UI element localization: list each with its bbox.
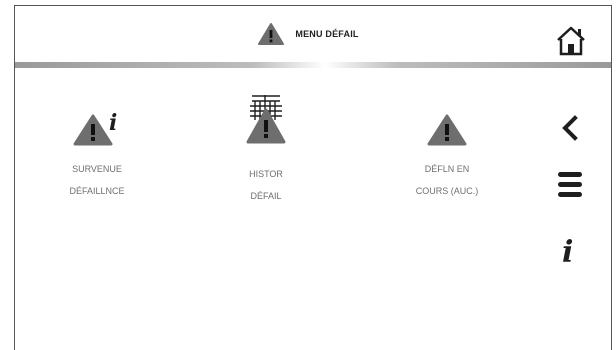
menu-item-label-line2: DÉFAIL (250, 191, 282, 201)
menu-item-label-line1: SURVENUE (72, 164, 122, 174)
menu-item-label-line2: DÉFAILLNCE (69, 186, 125, 196)
page-title: MENU DÉFAIL (295, 29, 359, 39)
menu-item-label-line1: DÉFLN EN (424, 164, 470, 174)
menu-item-defaut-en-cours[interactable]: DÉFLN EN COURS (AUC.) (392, 104, 502, 208)
header: MENU DÉFAIL (15, 6, 611, 62)
menu-item-label-line2: COURS (AUC.) (415, 186, 479, 196)
warning-info-icon: i (73, 110, 117, 146)
menu-item-survenue-defaillance[interactable]: i SURVENUE DÉFAILLNCE (42, 104, 152, 208)
header-divider (15, 62, 611, 68)
back-icon[interactable] (558, 114, 582, 142)
svg-text:i: i (109, 110, 117, 136)
info-icon[interactable]: i (558, 232, 584, 268)
svg-text:i: i (562, 235, 573, 268)
home-icon[interactable] (554, 24, 588, 58)
menu-item-label-line1: HISTOR (249, 169, 283, 179)
calendar-warning-icon (246, 95, 286, 144)
warning-icon (427, 114, 467, 146)
menu-icon[interactable] (556, 168, 584, 202)
header-warning-icon (258, 23, 285, 45)
menu-item-histor-defail[interactable]: HISTOR DÉFAIL (211, 92, 321, 213)
